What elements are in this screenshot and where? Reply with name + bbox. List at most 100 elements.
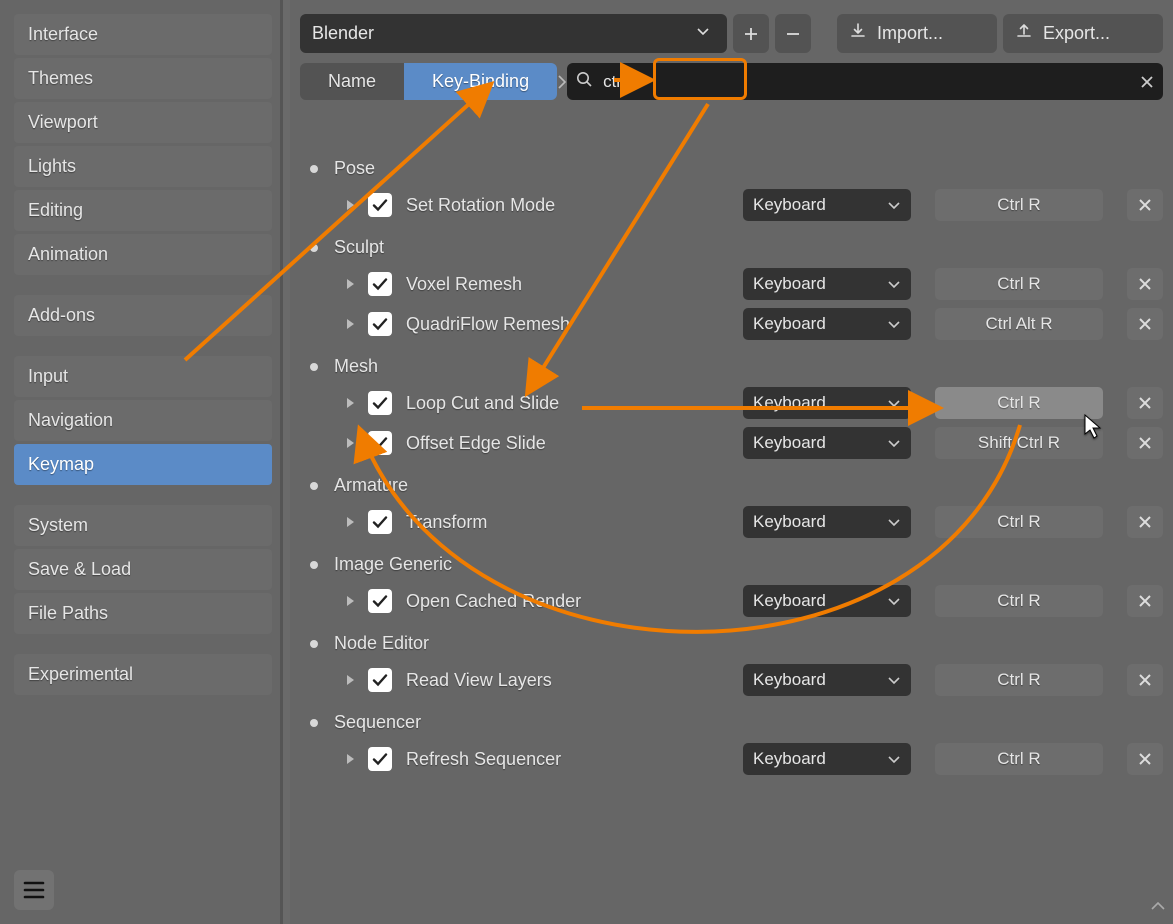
hamburger-button[interactable] [14, 870, 54, 910]
preset-add-button[interactable] [733, 14, 769, 53]
method-label: Keyboard [753, 749, 826, 769]
search-clear-button[interactable] [1139, 74, 1155, 90]
remove-entry-button[interactable] [1127, 427, 1163, 459]
enable-checkbox[interactable] [368, 272, 392, 296]
close-icon [1138, 436, 1152, 450]
enable-checkbox[interactable] [368, 668, 392, 692]
sidebar-item-label: Save & Load [28, 559, 131, 579]
import-button[interactable]: Import... [837, 14, 997, 53]
keybinding-button[interactable]: Ctrl R [935, 506, 1103, 538]
sidebar-item-input[interactable]: Input [14, 356, 272, 397]
sidebar-item-editing[interactable]: Editing [14, 190, 272, 231]
sidebar-item-addons[interactable]: Add-ons [14, 295, 272, 336]
preset-label: Blender [312, 23, 374, 44]
check-icon [372, 316, 388, 332]
search-mode-keybinding[interactable]: Key-Binding [404, 63, 557, 100]
close-icon [1138, 515, 1152, 529]
remove-entry-button[interactable] [1127, 506, 1163, 538]
disclosure-triangle[interactable] [344, 516, 358, 528]
disclosure-triangle[interactable] [344, 595, 358, 607]
keybinding-button[interactable]: Ctrl R [935, 387, 1103, 419]
enable-checkbox[interactable] [368, 391, 392, 415]
sidebar-item-viewport[interactable]: Viewport [14, 102, 272, 143]
method-label: Keyboard [753, 195, 826, 215]
enable-checkbox[interactable] [368, 589, 392, 613]
search-icon [575, 70, 593, 93]
sidebar-item-lights[interactable]: Lights [14, 146, 272, 187]
keybinding-button[interactable]: Shift Ctrl R [935, 427, 1103, 459]
remove-entry-button[interactable] [1127, 308, 1163, 340]
remove-entry-button[interactable] [1127, 268, 1163, 300]
close-icon [1138, 752, 1152, 766]
export-label: Export... [1043, 23, 1110, 44]
sidebar-item-animation[interactable]: Animation [14, 234, 272, 275]
entry-label: QuadriFlow Remesh [402, 314, 733, 335]
remove-entry-button[interactable] [1127, 387, 1163, 419]
sidebar-item-label: Interface [28, 24, 98, 44]
sidebar-item-interface[interactable]: Interface [14, 14, 272, 55]
keybinding-button[interactable]: Ctrl R [935, 268, 1103, 300]
disclosure-triangle[interactable] [344, 437, 358, 449]
download-icon [849, 22, 867, 45]
sidebar-item-label: Add-ons [28, 305, 95, 325]
sidebar-item-label: File Paths [28, 603, 108, 623]
disclosure-triangle[interactable] [344, 674, 358, 686]
entry-label: Transform [402, 512, 733, 533]
sidebar-item-system[interactable]: System [14, 505, 272, 546]
collapse-icon[interactable] [1149, 897, 1167, 920]
disclosure-triangle[interactable] [344, 199, 358, 211]
input-method-dropdown[interactable]: Keyboard [743, 268, 911, 300]
disclosure-triangle[interactable] [344, 753, 358, 765]
input-method-dropdown[interactable]: Keyboard [743, 664, 911, 696]
keybinding-button[interactable]: Ctrl R [935, 743, 1103, 775]
search-mode-name[interactable]: Name [300, 63, 404, 100]
entry-label: Voxel Remesh [402, 274, 733, 295]
keymap-entry: Voxel Remesh Keyboard Ctrl R [300, 264, 1163, 304]
keybinding-button[interactable]: Ctrl R [935, 664, 1103, 696]
input-method-dropdown[interactable]: Keyboard [743, 743, 911, 775]
sidebar-item-label: Animation [28, 244, 108, 264]
input-method-dropdown[interactable]: Keyboard [743, 387, 911, 419]
search-input[interactable] [603, 64, 1129, 100]
keymap-top-row: Blender Import... [300, 14, 1163, 53]
method-label: Keyboard [753, 314, 826, 334]
input-method-dropdown[interactable]: Keyboard [743, 506, 911, 538]
preset-remove-button[interactable] [775, 14, 811, 53]
input-method-dropdown[interactable]: Keyboard [743, 189, 911, 221]
keybinding-button[interactable]: Ctrl Alt R [935, 308, 1103, 340]
remove-entry-button[interactable] [1127, 189, 1163, 221]
enable-checkbox[interactable] [368, 510, 392, 534]
sidebar-item-label: Editing [28, 200, 83, 220]
enable-checkbox[interactable] [368, 312, 392, 336]
keymap-entry: Read View LayersKeyboardCtrl R [300, 660, 1163, 700]
disclosure-triangle[interactable] [344, 278, 358, 290]
sidebar-item-experimental[interactable]: Experimental [14, 654, 272, 695]
remove-entry-button[interactable] [1127, 743, 1163, 775]
keymap-category: Sequencer [300, 706, 1163, 739]
remove-entry-button[interactable] [1127, 585, 1163, 617]
input-method-dropdown[interactable]: Keyboard [743, 308, 911, 340]
sidebar-item-filepaths[interactable]: File Paths [14, 593, 272, 634]
sidebar-item-keymap[interactable]: Keymap [14, 444, 272, 485]
keybinding-button[interactable]: Ctrl R [935, 585, 1103, 617]
disclosure-triangle[interactable] [344, 318, 358, 330]
sidebar-item-themes[interactable]: Themes [14, 58, 272, 99]
enable-checkbox[interactable] [368, 747, 392, 771]
disclosure-triangle[interactable] [344, 397, 358, 409]
sidebar-item-navigation[interactable]: Navigation [14, 400, 272, 441]
keymap-entry: Loop Cut and SlideKeyboardCtrl R [300, 383, 1163, 423]
input-method-dropdown[interactable]: Keyboard [743, 427, 911, 459]
category-label: Sculpt [334, 237, 384, 258]
check-icon [372, 751, 388, 767]
bullet-icon [310, 482, 318, 490]
sidebar-item-saveload[interactable]: Save & Load [14, 549, 272, 590]
entry-label: Offset Edge Slide [402, 433, 733, 454]
enable-checkbox[interactable] [368, 431, 392, 455]
enable-checkbox[interactable] [368, 193, 392, 217]
export-button[interactable]: Export... [1003, 14, 1163, 53]
input-method-dropdown[interactable]: Keyboard [743, 585, 911, 617]
bullet-icon [310, 719, 318, 727]
keymap-preset-dropdown[interactable]: Blender [300, 14, 727, 53]
keybinding-button[interactable]: Ctrl R [935, 189, 1103, 221]
remove-entry-button[interactable] [1127, 664, 1163, 696]
